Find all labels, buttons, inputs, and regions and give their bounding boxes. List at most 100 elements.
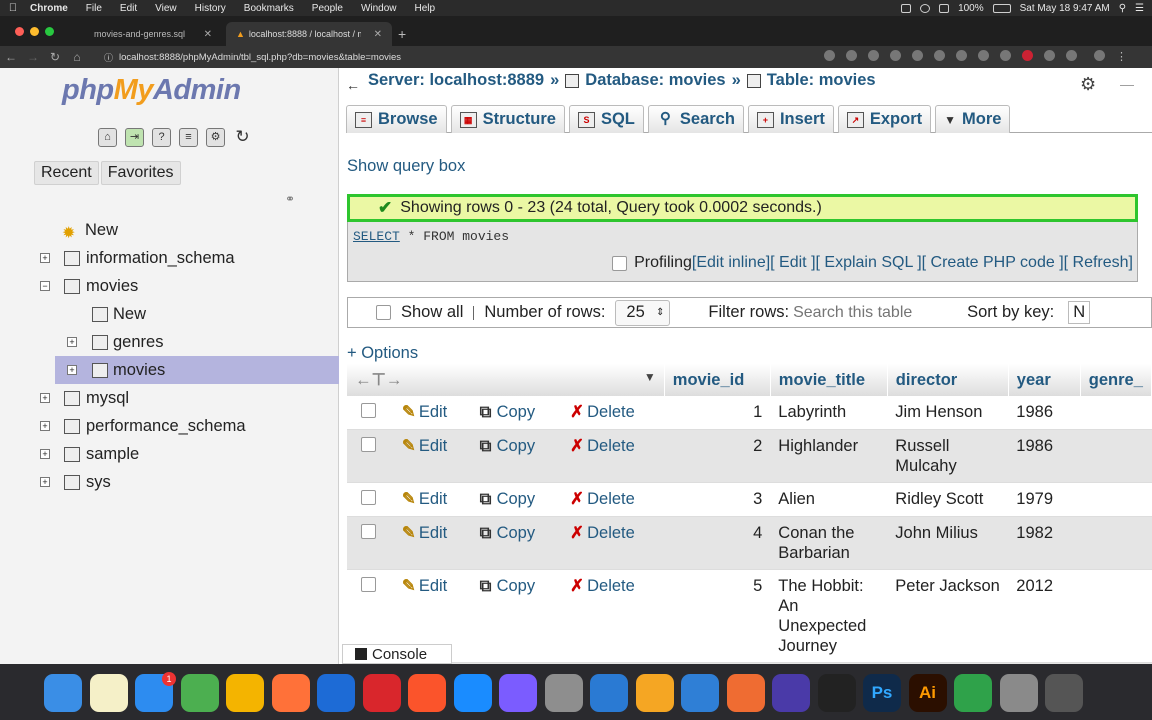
extension-icon[interactable] xyxy=(890,50,901,61)
browser-tab-phpmyadmin[interactable]: ▲ localhost:8888 / localhost / m ✕ xyxy=(226,22,392,46)
expand-icon[interactable]: + xyxy=(40,393,50,403)
battery-icon[interactable] xyxy=(992,3,1011,13)
dock-tableplus-icon[interactable] xyxy=(999,674,1038,712)
close-tab-icon[interactable]: ✕ xyxy=(204,29,212,40)
edit-inline-link[interactable]: [Edit inline] xyxy=(692,254,770,272)
dock-notes-icon[interactable] xyxy=(89,674,128,712)
tree-item-movies-db[interactable]: − movies xyxy=(36,272,339,300)
minimize-window-button[interactable] xyxy=(30,27,39,36)
reload-icon[interactable]: ↻ xyxy=(44,50,66,64)
forward-icon[interactable]: → xyxy=(22,50,44,64)
dock-mongodb-icon[interactable] xyxy=(954,674,992,712)
copy-link[interactable]: Copy xyxy=(497,403,536,421)
tab-search[interactable]: ⚲ Search xyxy=(647,105,744,133)
collapse-topbar-icon[interactable]: ― xyxy=(1120,76,1134,92)
menu-edit[interactable]: Edit xyxy=(111,3,146,14)
edit-link[interactable]: Edit xyxy=(419,577,447,595)
dock-ai-icon[interactable]: Ai xyxy=(908,674,947,712)
new-tab-button[interactable]: + xyxy=(398,26,406,42)
refresh-link[interactable]: [ Refresh] xyxy=(1064,254,1133,272)
copy-link[interactable]: Copy xyxy=(497,524,536,542)
delete-link[interactable]: Delete xyxy=(587,490,635,508)
back-icon[interactable]: ← xyxy=(0,50,22,64)
extension-icon[interactable] xyxy=(1000,50,1011,61)
spotlight-icon[interactable]: ⚲ xyxy=(1119,3,1126,14)
favorites-button[interactable]: Favorites xyxy=(100,161,181,185)
menu-view[interactable]: View xyxy=(146,3,186,14)
sort-dropdown-icon[interactable]: ▼ xyxy=(644,370,656,384)
tree-item-new[interactable]: ✹ New xyxy=(36,216,339,244)
menu-chrome[interactable]: Chrome xyxy=(26,3,77,14)
edit-link[interactable]: Edit xyxy=(419,437,447,455)
zoom-icon[interactable] xyxy=(824,50,835,61)
column-header-movie-title[interactable]: movie_title xyxy=(770,364,888,396)
filter-rows-input[interactable] xyxy=(789,298,966,327)
close-tab-icon[interactable]: ✕ xyxy=(374,29,382,40)
explain-sql-link[interactable]: [ Explain SQL ] xyxy=(816,254,922,272)
recent-button[interactable]: Recent xyxy=(34,161,99,185)
dock-vlc-icon[interactable] xyxy=(544,674,583,712)
extension-icon[interactable] xyxy=(912,50,923,61)
dock-safari-icon[interactable] xyxy=(453,674,492,712)
dock-ps-icon[interactable]: Ps xyxy=(863,674,901,712)
row-checkbox[interactable] xyxy=(361,524,376,539)
tab-export[interactable]: ↗ Export xyxy=(837,105,932,133)
tab-sql[interactable]: S SQL xyxy=(568,105,644,133)
logout-icon[interactable]: ⇥ xyxy=(125,128,144,147)
menu-file[interactable]: File xyxy=(77,3,111,14)
copy-link[interactable]: Copy xyxy=(497,490,536,508)
menu-help[interactable]: Help xyxy=(406,3,445,14)
column-header-director[interactable]: director xyxy=(887,364,1009,396)
tree-item-new-table[interactable]: New xyxy=(36,300,339,328)
menu-window[interactable]: Window xyxy=(352,3,406,14)
delete-link[interactable]: Delete xyxy=(587,437,635,455)
phpmyadmin-logo[interactable]: phpMyAdmin xyxy=(62,74,241,107)
apple-icon[interactable]:  xyxy=(0,2,26,14)
extension-icon[interactable] xyxy=(868,50,879,61)
home-icon[interactable]: ⌂ xyxy=(98,128,117,147)
dock-chrome-icon[interactable] xyxy=(180,674,219,712)
delete-link[interactable]: Delete xyxy=(587,577,635,595)
tree-item-information-schema[interactable]: + information_schema xyxy=(36,244,339,272)
reload-icon[interactable]: ↻ xyxy=(233,128,252,147)
menu-bookmarks[interactable]: Bookmarks xyxy=(235,3,303,14)
dock-opera-icon[interactable] xyxy=(362,674,401,712)
column-header-genre[interactable]: genre_ xyxy=(1080,364,1152,396)
dock-firefox-icon[interactable] xyxy=(271,674,310,712)
edit-link[interactable]: Edit xyxy=(419,403,447,421)
dock-terminal-icon[interactable] xyxy=(817,674,856,712)
column-header-year[interactable]: year xyxy=(1008,364,1081,396)
expand-icon[interactable]: + xyxy=(40,421,50,431)
dock-vscode-icon[interactable] xyxy=(590,674,628,712)
close-window-button[interactable] xyxy=(15,27,24,36)
home-icon[interactable]: ⌂ xyxy=(66,50,88,64)
notification-center-icon[interactable]: ☰ xyxy=(1135,3,1144,14)
expand-icon[interactable]: + xyxy=(40,477,50,487)
breadcrumb-server[interactable]: Server: localhost:8889 xyxy=(368,71,544,90)
tab-browse[interactable]: ≡ Browse xyxy=(346,105,447,133)
url-field[interactable]: ⓘ localhost:8888/phpMyAdmin/tbl_sql.php?… xyxy=(104,49,824,65)
collapse-sidebar-icon[interactable]: ← xyxy=(346,77,360,93)
show-query-box-link[interactable]: Show query box xyxy=(347,157,465,176)
delete-link[interactable]: Delete xyxy=(587,524,635,542)
tab-insert[interactable]: + Insert xyxy=(747,105,834,133)
browser-menu-icon[interactable]: ⋮ xyxy=(1116,50,1127,63)
menu-history[interactable]: History xyxy=(186,3,235,14)
tab-structure[interactable]: ▦ Structure xyxy=(450,105,565,133)
menu-people[interactable]: People xyxy=(303,3,352,14)
options-toggle[interactable]: + Options xyxy=(347,344,418,363)
volume-icon[interactable] xyxy=(939,3,950,13)
clock[interactable]: Sat May 18 9:47 AM xyxy=(1020,3,1110,14)
airplay-icon[interactable] xyxy=(901,3,912,13)
extension-icon[interactable] xyxy=(1044,50,1055,61)
dock-safari-preview-icon[interactable] xyxy=(499,674,537,712)
copy-link[interactable]: Copy xyxy=(497,437,536,455)
breadcrumb-table[interactable]: Table: movies xyxy=(767,71,876,90)
expand-icon[interactable]: + xyxy=(67,337,77,347)
profiling-checkbox[interactable] xyxy=(612,255,628,271)
sort-by-key-select[interactable]: N xyxy=(1068,301,1091,324)
extension-icon[interactable] xyxy=(1066,50,1077,61)
collapse-icon[interactable]: − xyxy=(40,281,50,291)
extension-icon[interactable] xyxy=(1022,50,1033,61)
console-toggle[interactable]: Console xyxy=(342,644,452,664)
